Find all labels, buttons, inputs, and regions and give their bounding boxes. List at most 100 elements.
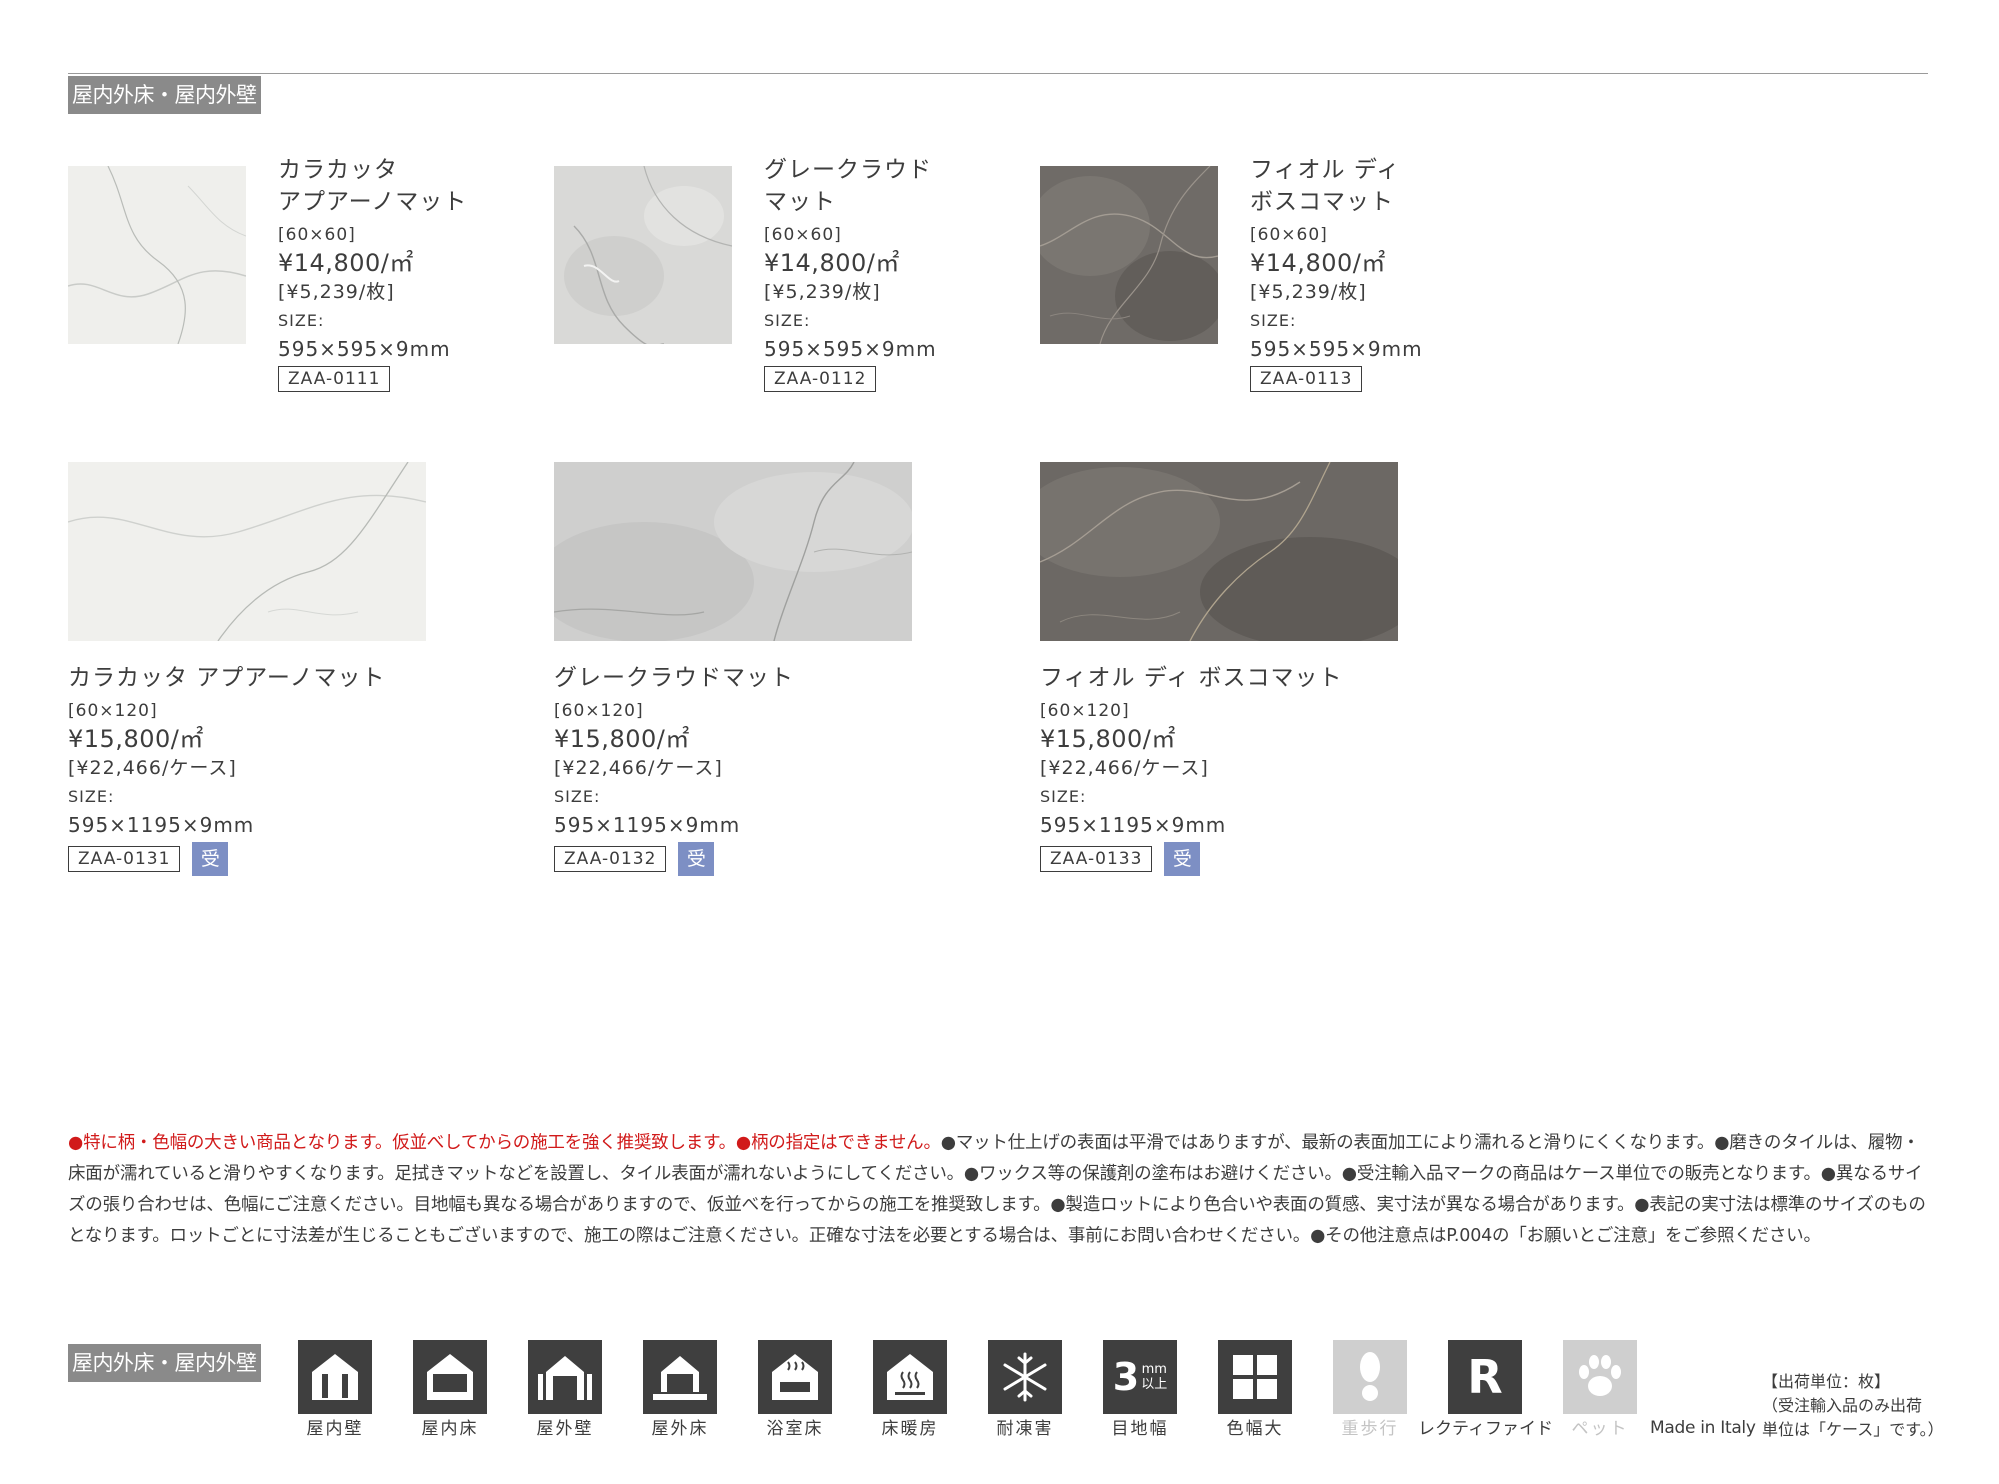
made-in-label: Made in Italy — [1650, 1418, 1756, 1438]
legend-item-pet: ペット — [1563, 1340, 1637, 1441]
frost-resistant-icon — [988, 1340, 1062, 1414]
icon-label: 目地幅 — [1111, 1419, 1169, 1439]
product-dimensions: 595×1195×9mm — [68, 813, 255, 837]
product-price: ¥14,800/㎡ — [1250, 249, 1386, 277]
product-unit-price: [¥5,239/枚] — [278, 281, 395, 303]
joint-width-number: 3 — [1112, 1355, 1140, 1399]
product-size-label: [60×60] — [1250, 225, 1328, 245]
product-dimensions: 595×595×9mm — [764, 337, 937, 361]
product-size-label: [60×120] — [1040, 701, 1130, 721]
legend-item-joint-width: 3 mm 以上 目地幅 — [1103, 1340, 1177, 1441]
product-dimensions: 595×1195×9mm — [1040, 813, 1227, 837]
caution-warning: ●特に柄・色幅の大きい商品となります。仮並べしてからの施工を強く推奨致します。●… — [68, 1133, 941, 1153]
caution-notes: ●特に柄・色幅の大きい商品となります。仮並べしてからの施工を強く推奨致します。●… — [68, 1128, 1930, 1252]
tile-image-greycloud-60 — [554, 166, 732, 344]
product-name: フィオル ディ — [1250, 157, 1401, 183]
product-name: フィオル ディ ボスコマット — [1040, 665, 1343, 691]
floor-heating-icon — [873, 1340, 947, 1414]
icon-label: レクティファイド — [1418, 1419, 1553, 1439]
legend-item-indoor-floor: 屋内床 — [413, 1340, 487, 1441]
legend-item-floor-heating: 床暖房 — [873, 1340, 947, 1441]
product-price: ¥15,800/㎡ — [554, 725, 690, 753]
icon-label: 屋外壁 — [536, 1419, 594, 1439]
product-size-label: [60×60] — [278, 225, 356, 245]
shipping-unit-line: 単位は「ケース」です。） — [1762, 1420, 1944, 1439]
outdoor-floor-icon — [643, 1340, 717, 1414]
size-heading: SIZE: — [1040, 787, 1087, 806]
product-price: ¥14,800/㎡ — [764, 249, 900, 277]
product-unit-price: [¥22,466/ケース] — [1040, 757, 1209, 779]
product-unit-price: [¥5,239/枚] — [764, 281, 881, 303]
made-to-order-badge: 受 — [192, 842, 229, 876]
outdoor-wall-icon — [528, 1340, 602, 1414]
product-code: ZAA-0132 — [554, 846, 667, 872]
joint-width-minimum: 以上 — [1141, 1377, 1168, 1392]
product-code: ZAA-0133 — [1040, 846, 1153, 872]
product-size-label: [60×60] — [764, 225, 842, 245]
size-heading: SIZE: — [764, 311, 811, 330]
product-price: ¥14,800/㎡ — [278, 249, 414, 277]
product-unit-price: [¥5,239/枚] — [1250, 281, 1367, 303]
bathroom-floor-icon — [758, 1340, 832, 1414]
indoor-floor-icon — [413, 1340, 487, 1414]
icon-label: 屋外床 — [651, 1419, 709, 1439]
product-code: ZAA-0111 — [278, 366, 391, 392]
product-dimensions: 595×1195×9mm — [554, 813, 741, 837]
size-heading: SIZE: — [554, 787, 601, 806]
shipping-unit-line: （受注輸入品のみ出荷 — [1762, 1396, 1923, 1415]
product-name: グレークラウドマット — [554, 665, 794, 691]
heavy-walking-icon — [1333, 1340, 1407, 1414]
product-dimensions: 595×595×9mm — [1250, 337, 1423, 361]
product-code: ZAA-0112 — [764, 366, 877, 392]
pet-icon — [1563, 1340, 1637, 1414]
icon-label: 床暖房 — [881, 1419, 939, 1439]
product-name: カラカッタ — [278, 157, 398, 183]
icon-label: ペット — [1571, 1419, 1629, 1439]
product-size-label: [60×120] — [554, 701, 644, 721]
product-name: ボスコマット — [1250, 189, 1394, 215]
legend-item-rectified: R レクティファイド — [1418, 1340, 1553, 1441]
made-to-order-badge: 受 — [1164, 842, 1201, 876]
product-name: グレークラウド — [764, 157, 932, 183]
made-to-order-badge: 受 — [678, 842, 715, 876]
product-unit-price: [¥22,466/ケース] — [68, 757, 237, 779]
legend-item-color-variation: 色幅大 — [1218, 1340, 1292, 1441]
icon-label: 耐凍害 — [996, 1419, 1054, 1439]
joint-width-unit: mm — [1141, 1362, 1167, 1377]
product-price: ¥15,800/㎡ — [1040, 725, 1176, 753]
top-divider — [68, 73, 1928, 74]
legend-item-indoor-wall: 屋内壁 — [298, 1340, 372, 1441]
product-name: カラカッタ アプアーノマット — [68, 665, 386, 691]
legend-item-heavy-walking: 重歩行 — [1333, 1340, 1407, 1441]
tile-image-carrara-120 — [68, 462, 426, 641]
tile-image-fior-di-bosco-120 — [1040, 462, 1398, 641]
product-unit-price: [¥22,466/ケース] — [554, 757, 723, 779]
tile-image-fior-di-bosco-60 — [1040, 166, 1218, 344]
tile-image-carrara-60 — [68, 166, 246, 344]
tile-image-greycloud-120 — [554, 462, 912, 641]
legend-item-frost-resistant: 耐凍害 — [988, 1340, 1062, 1441]
product-dimensions: 595×595×9mm — [278, 337, 451, 361]
product-size-label: [60×120] — [68, 701, 158, 721]
color-variation-icon — [1218, 1340, 1292, 1414]
product-name: アプアーノマット — [278, 189, 468, 215]
legend-tag: 屋内外床・屋内外壁 — [68, 1344, 261, 1382]
product-name: マット — [764, 189, 836, 215]
icon-label: 浴室床 — [766, 1419, 824, 1439]
size-heading: SIZE: — [1250, 311, 1297, 330]
size-heading: SIZE: — [278, 311, 325, 330]
section-tag: 屋内外床・屋内外壁 — [68, 76, 261, 114]
shipping-unit-line: 【出荷単位：枚】 — [1762, 1372, 1891, 1391]
size-heading: SIZE: — [68, 787, 115, 806]
icon-label: 屋内床 — [421, 1419, 479, 1439]
product-code: ZAA-0113 — [1250, 366, 1363, 392]
indoor-wall-icon — [298, 1340, 372, 1414]
icon-label: 屋内壁 — [306, 1419, 364, 1439]
product-code: ZAA-0131 — [68, 846, 181, 872]
joint-width-icon: 3 mm 以上 — [1103, 1340, 1177, 1414]
legend-item-outdoor-wall: 屋外壁 — [528, 1340, 602, 1441]
icon-label: 重歩行 — [1341, 1419, 1399, 1439]
icon-label: 色幅大 — [1226, 1419, 1284, 1439]
product-price: ¥15,800/㎡ — [68, 725, 204, 753]
rectified-glyph: R — [1467, 1350, 1503, 1404]
